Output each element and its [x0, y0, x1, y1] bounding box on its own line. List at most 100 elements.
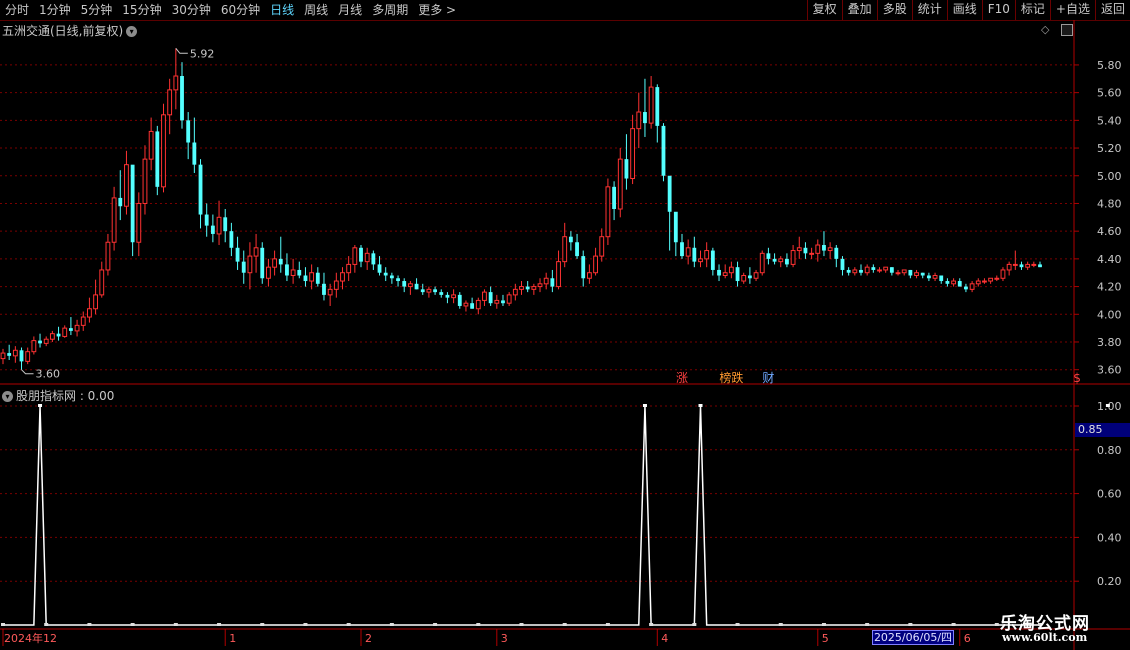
candle-body-103 — [636, 111, 642, 130]
price-tick-label-1: 5.60 — [1097, 87, 1122, 100]
candle-body-76 — [470, 303, 475, 309]
candle-body-148 — [914, 272, 919, 276]
candle-body-160 — [988, 277, 994, 282]
candle-body-96 — [593, 255, 598, 274]
candle-body-90 — [556, 261, 561, 288]
candle-body-142 — [877, 269, 882, 272]
candle-body-166 — [1025, 263, 1031, 268]
candle-body-9 — [56, 333, 61, 337]
indicator-dot-21 — [130, 623, 135, 626]
time-label-2: 2 — [365, 632, 372, 645]
candle-body-0 — [0, 352, 6, 360]
indicator-current-value: 0.85 — [1075, 423, 1130, 437]
candle-body-92 — [568, 236, 573, 243]
candle-body-16 — [99, 269, 105, 296]
candle-body-13 — [80, 316, 86, 326]
candle-body-60 — [371, 253, 376, 265]
ind-tick-label-4: 0.20 — [1097, 575, 1122, 588]
candle-body-67 — [414, 283, 419, 290]
candle-body-18 — [111, 197, 117, 243]
candle-body-156 — [964, 286, 968, 290]
candle-body-41 — [253, 247, 259, 257]
candle-body-66 — [407, 283, 413, 288]
candle-body-91 — [562, 236, 568, 263]
event-marker-3: $ — [1073, 371, 1081, 385]
time-label-3: 3 — [501, 632, 508, 645]
candle-body-140 — [864, 266, 870, 274]
candle-body-120 — [741, 274, 747, 282]
candle-body-123 — [759, 252, 765, 274]
candle-body-50 — [309, 272, 315, 282]
candle-body-6 — [38, 340, 42, 344]
candle-body-158 — [975, 280, 981, 285]
candle-body-37 — [229, 231, 234, 248]
candle-body-20 — [124, 164, 129, 207]
price-tick-label-2: 5.40 — [1097, 114, 1122, 127]
candle-body-78 — [482, 291, 487, 301]
price-tick-label-11: 3.60 — [1097, 364, 1122, 377]
price-tick-label-5: 4.80 — [1097, 197, 1122, 210]
candle-body-121 — [747, 275, 752, 279]
candle-body-101 — [624, 159, 629, 179]
candle-body-85 — [525, 286, 530, 290]
candle-body-3 — [19, 350, 24, 362]
indicator-dot-49 — [303, 623, 308, 626]
indicator-dot-35 — [217, 623, 222, 626]
candle-body-56 — [346, 263, 352, 274]
candle-body-58 — [359, 247, 363, 262]
candle-body-116 — [717, 269, 721, 276]
candle-body-63 — [389, 275, 394, 279]
candle-body-12 — [74, 324, 80, 332]
candle-body-113 — [698, 258, 703, 263]
indicator-dot-105 — [649, 623, 654, 626]
time-label-5: 5 — [822, 632, 829, 645]
candle-body-89 — [550, 278, 555, 287]
watermark-url: www.60lt.com — [1002, 631, 1088, 644]
candle-body-109 — [673, 211, 678, 243]
candle-body-154 — [951, 280, 956, 285]
event-marker-0: 涨 — [676, 370, 688, 385]
candle-body-10 — [62, 327, 68, 337]
indicator-dot-140 — [865, 623, 870, 626]
candle-body-163 — [1006, 263, 1012, 271]
candle-body-151 — [932, 274, 938, 279]
candle-body-168 — [1038, 264, 1042, 268]
candle-body-74 — [457, 294, 462, 306]
candle-body-45 — [278, 258, 283, 265]
indicator-dot-7 — [44, 623, 49, 626]
indicator-dot-154 — [951, 623, 956, 626]
candle-body-117 — [722, 272, 728, 276]
candle-body-161 — [994, 277, 1000, 280]
candle-body-65 — [402, 281, 407, 287]
candle-body-32 — [198, 164, 203, 215]
candle-body-14 — [87, 308, 92, 318]
candle-body-114 — [704, 250, 710, 260]
ind-tick-label-2: 0.60 — [1097, 488, 1122, 501]
candle-body-73 — [451, 294, 457, 299]
candle-body-43 — [266, 266, 271, 279]
candle-body-30 — [186, 120, 191, 143]
candle-body-145 — [895, 272, 901, 275]
candle-body-48 — [297, 269, 302, 276]
indicator-peak-2 — [698, 404, 703, 407]
candle-body-134 — [827, 247, 833, 252]
candle-body-22 — [136, 202, 142, 243]
candle-body-35 — [216, 216, 222, 235]
ind-tick-label-1: 0.80 — [1097, 444, 1122, 457]
indicator-dot-42 — [260, 623, 265, 626]
candle-body-53 — [327, 288, 333, 296]
candle-body-44 — [272, 258, 278, 268]
indicator-peak-1 — [642, 404, 647, 407]
time-label-6: 6 — [964, 632, 971, 645]
candle-body-95 — [586, 272, 592, 279]
candle-body-42 — [260, 247, 265, 279]
candle-body-108 — [667, 175, 672, 212]
high-label: 5.92 — [190, 47, 215, 60]
candle-body-157 — [969, 283, 975, 290]
chart-canvas[interactable]: 5.80 5.60 5.40 5.20 5.00 4.80 4.60 4.40 4.20 4.00… — [0, 0, 1130, 650]
candle-body-164 — [1012, 263, 1018, 266]
candle-body-153 — [945, 281, 950, 284]
cursor-date: 2025/06/05/四 — [872, 630, 954, 645]
candle-body-34 — [210, 225, 215, 234]
candle-body-136 — [840, 258, 845, 270]
